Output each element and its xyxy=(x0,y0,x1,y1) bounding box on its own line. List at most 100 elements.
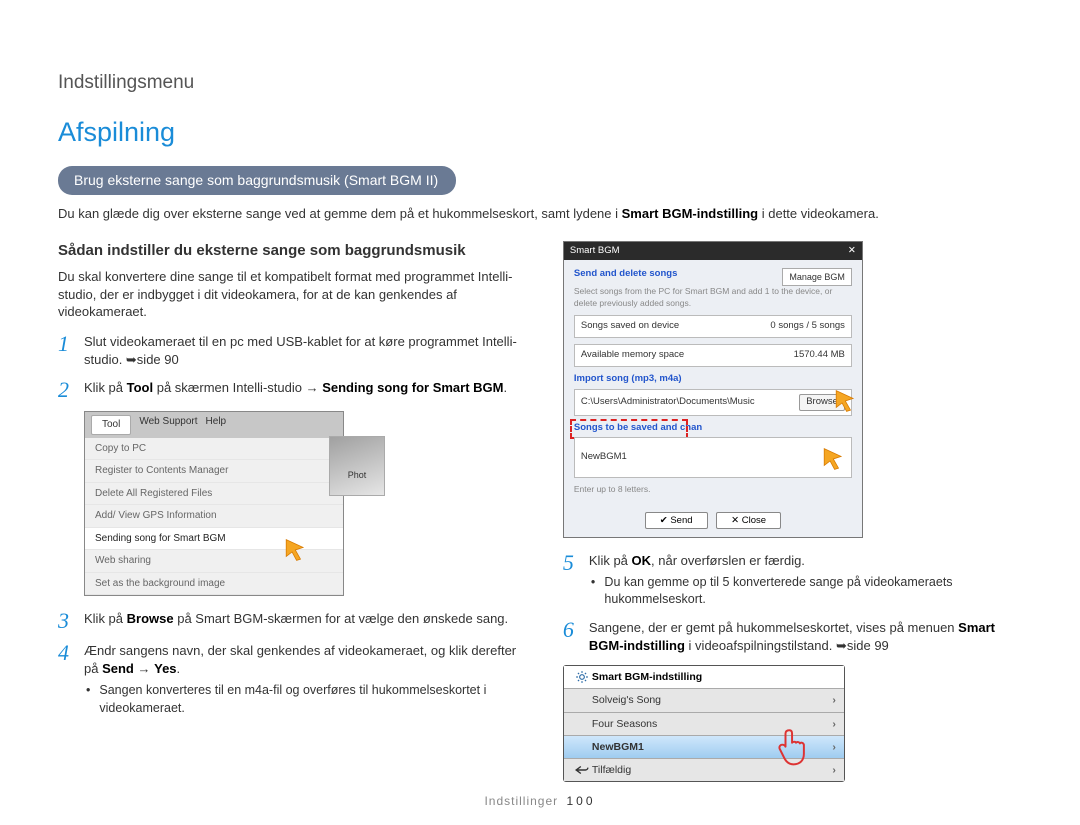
label: Send xyxy=(670,515,692,526)
chevron-right-icon: › xyxy=(832,740,836,754)
bold: Browse xyxy=(127,611,174,626)
step-2: 2 Klik på Tool på skærmen Intelli-studio… xyxy=(58,379,527,401)
bullet-dot-icon: • xyxy=(591,574,597,609)
cam-menu-title: Smart BGM-indstilling xyxy=(592,670,702,684)
menu-item[interactable]: Register to Contents Manager xyxy=(85,460,343,483)
value: 0 songs / 5 songs xyxy=(770,320,844,333)
topic-pill: Brug eksterne sange som baggrundsmusik (… xyxy=(58,166,456,195)
step-text: Slut videokameraet til en pc med USB-kab… xyxy=(84,333,527,369)
send-button[interactable]: ✔ Send xyxy=(645,512,708,529)
intro-paragraph: Du kan glæde dig over eksterne sange ved… xyxy=(58,205,1022,223)
intro-text-post: i dette videokamera. xyxy=(758,206,879,221)
subheading: Sådan indstiller du eksterne sange som b… xyxy=(58,241,527,261)
chevron-right-icon: › xyxy=(832,763,836,777)
step-number: 2 xyxy=(58,379,74,401)
photo-thumb: Phot xyxy=(329,436,385,496)
chevron-right-icon: › xyxy=(832,693,836,707)
pointer-icon xyxy=(831,388,857,419)
step-text: Klik på Tool på skærmen Intelli-studio →… xyxy=(84,379,527,401)
bullet-text: Sangen konverteres til en m4a-fil og ove… xyxy=(99,682,527,717)
text: i videoafspilningstilstand. ➥side 99 xyxy=(685,638,889,653)
menu-toolbar: Tool Web Support Help xyxy=(85,412,343,438)
bullet: • Du kan gemme op til 5 konverterede san… xyxy=(589,574,1022,609)
label: NewBGM1 xyxy=(592,740,644,754)
close-button[interactable]: ✕ Close xyxy=(716,512,781,529)
bullet-dot-icon: • xyxy=(86,682,91,717)
cam-menu-item[interactable]: Solveig's Song› xyxy=(564,689,844,712)
dialog-titlebar: Smart BGM ✕ xyxy=(564,242,862,261)
step-1: 1 Slut videokameraet til en pc med USB-k… xyxy=(58,333,527,369)
step-number: 3 xyxy=(58,610,74,632)
step-number: 6 xyxy=(563,619,579,655)
toolbar-item-help[interactable]: Help xyxy=(206,415,227,435)
label: Four Seasons xyxy=(592,717,657,731)
step-number: 4 xyxy=(58,642,74,717)
dialog-info-row: Songs saved on device 0 songs / 5 songs xyxy=(574,315,852,338)
text: . xyxy=(504,380,508,395)
breadcrumb: Indstillingsmenu xyxy=(58,70,1022,96)
menu-item[interactable]: Add/ View GPS Information xyxy=(85,505,343,528)
step-number: 1 xyxy=(58,333,74,369)
paragraph-1: Du skal konvertere dine sange til et kom… xyxy=(58,268,527,321)
intro-bold: Smart BGM-indstilling xyxy=(622,206,759,221)
text: på skærmen Intelli-studio → xyxy=(153,380,322,395)
bold: Sending song for Smart BGM xyxy=(322,380,503,395)
bold: Yes xyxy=(154,661,176,676)
manage-bgm-button[interactable]: Manage BGM xyxy=(782,268,852,286)
toolbar-item-websupport[interactable]: Web Support xyxy=(139,415,197,435)
dialog-path-row: C:\Users\Administrator\Documents\Music B… xyxy=(574,389,852,416)
value: 1570.44 MB xyxy=(794,349,845,362)
song-name-input[interactable]: NewBGM1 xyxy=(581,451,627,464)
step-5: 5 Klik på OK, når overførslen er færdig.… xyxy=(563,552,1022,609)
label: Tilfældig xyxy=(592,763,631,777)
menu-item[interactable]: Copy to PC xyxy=(85,438,343,461)
page-title: Afspilning xyxy=(58,114,1022,150)
label: Songs saved on device xyxy=(581,320,679,333)
close-icon[interactable]: ✕ xyxy=(848,245,856,258)
step-3: 3 Klik på Browse på Smart BGM-skærmen fo… xyxy=(58,610,527,632)
dialog-section-link: Send and delete songs xyxy=(574,268,677,279)
step-text: Klik på Browse på Smart BGM-skærmen for … xyxy=(84,610,527,632)
step-text: Klik på OK, når overførslen er færdig. •… xyxy=(589,552,1022,609)
cam-menu-header: Smart BGM-indstilling xyxy=(564,666,844,689)
dialog-name-row: NewBGM1 xyxy=(574,437,852,478)
label: Close xyxy=(742,515,766,526)
dialog-subtext: Select songs from the PC for Smart BGM a… xyxy=(574,286,852,309)
figure-camcorder-menu: Smart BGM-indstilling Solveig's Song› Fo… xyxy=(563,665,845,782)
chevron-right-icon: › xyxy=(832,717,836,731)
bold: Send xyxy=(102,661,134,676)
hand-pointer-icon xyxy=(774,725,818,771)
back-icon[interactable] xyxy=(572,764,592,776)
hint-text: Enter up to 8 letters. xyxy=(574,484,852,495)
step-text: Ændr sangens navn, der skal genkendes af… xyxy=(84,642,527,717)
bold: OK xyxy=(632,553,652,568)
menu-list: Copy to PC Register to Contents Manager … xyxy=(85,438,343,596)
page-footer: Indstillinger 100 xyxy=(0,793,1080,809)
dialog-title: Smart BGM xyxy=(570,245,620,258)
step-text: Sangene, der er gemt på hukommelseskorte… xyxy=(589,619,1022,655)
menu-item[interactable]: Set as the background image xyxy=(85,573,343,596)
dialog-info-row: Available memory space 1570.44 MB xyxy=(574,344,852,367)
text: Klik på xyxy=(84,611,127,626)
pointer-icon xyxy=(281,537,307,568)
bullet: • Sangen konverteres til en m4a-fil og o… xyxy=(84,682,527,717)
bold: Tool xyxy=(127,380,153,395)
bullet-text: Du kan gemme op til 5 konverterede sange… xyxy=(604,574,1022,609)
dialog-section-link: Import song (mp3, m4a) xyxy=(574,373,852,386)
text: . xyxy=(177,661,181,676)
text: , når overførslen er færdig. xyxy=(651,553,805,568)
text: på Smart BGM-skærmen for at vælge den øn… xyxy=(174,611,509,626)
highlight-box xyxy=(570,419,688,439)
label: Available memory space xyxy=(581,349,684,362)
path-text: C:\Users\Administrator\Documents\Music xyxy=(581,396,755,409)
toolbar-item-tool[interactable]: Tool xyxy=(91,415,131,435)
text: Klik på xyxy=(589,553,632,568)
intro-text: Du kan glæde dig over eksterne sange ved… xyxy=(58,206,622,221)
gear-icon xyxy=(572,670,592,684)
text: → xyxy=(134,661,154,676)
page-number: 100 xyxy=(567,794,596,808)
text: Klik på xyxy=(84,380,127,395)
menu-item[interactable]: Delete All Registered Files xyxy=(85,483,343,506)
figure-tool-menu: Tool Web Support Help Copy to PC Registe… xyxy=(84,411,344,596)
step-6: 6 Sangene, der er gemt på hukommelseskor… xyxy=(563,619,1022,655)
